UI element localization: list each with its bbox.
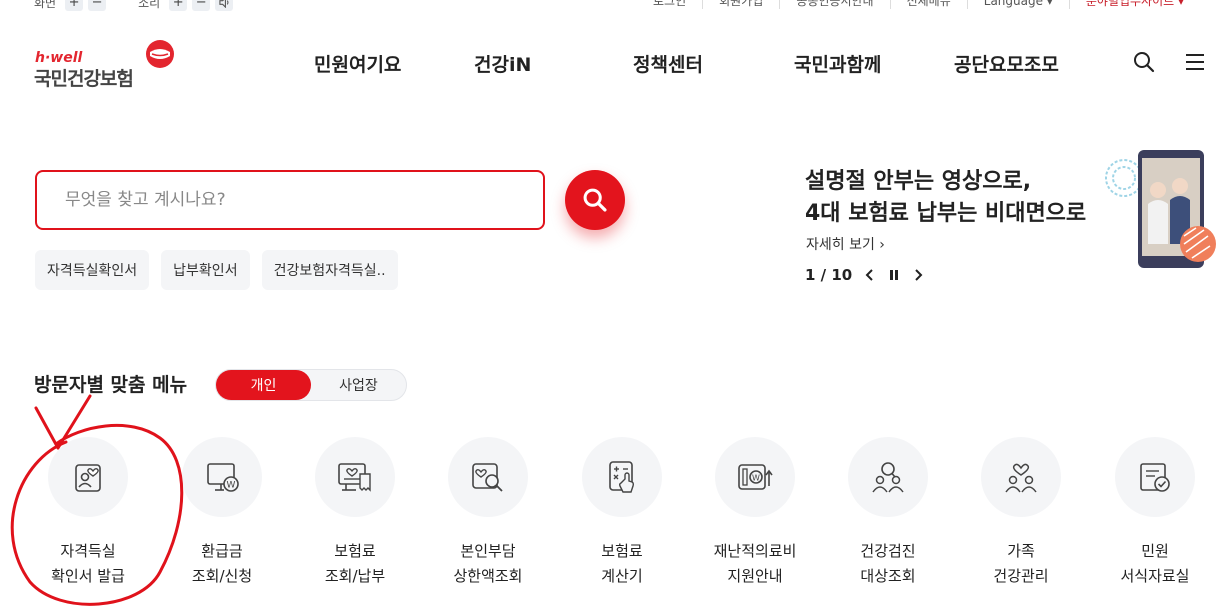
receipt-heart-icon	[338, 463, 371, 492]
all-menu-link[interactable]: 전체메뉴	[889, 0, 967, 9]
menu-item-forms-library[interactable]: 민원 서식자료실	[1095, 437, 1215, 589]
sound-label: 소리	[138, 0, 161, 10]
screen-size-label: 화면	[34, 0, 57, 10]
business-sites-select[interactable]: 분야별업무사이트 ▾	[1068, 0, 1200, 9]
search-button[interactable]	[565, 170, 625, 230]
family-heart-icon	[1005, 463, 1037, 493]
search-icon[interactable]	[1132, 50, 1156, 74]
logo-mark-icon	[146, 40, 174, 68]
nav-about-nhis[interactable]: 공단요모조모	[954, 50, 1059, 77]
menu-item-catastrophic-medical-support[interactable]: W 재난적의료비 지원안내	[695, 437, 815, 589]
keyword-chip[interactable]: 자격득실확인서	[35, 250, 150, 290]
speaker-icon[interactable]	[215, 0, 234, 11]
menu-item-label: 자격득실 확인서 발급	[51, 542, 125, 585]
menu-item-out-of-pocket-cap[interactable]: 본인부담 상한액조회	[428, 437, 548, 589]
menu-item-label: 민원 서식자료실	[1120, 542, 1190, 585]
menu-item-label: 환급금 조회/신청	[191, 542, 253, 585]
calculator-hand-icon	[609, 461, 635, 493]
banner-page-indicator: 1 / 10	[805, 266, 853, 284]
logo-name: 국민건강보험	[34, 68, 134, 90]
pause-icon[interactable]	[888, 268, 900, 282]
keyword-chip[interactable]: 건강보험자격득실..	[261, 250, 398, 290]
site-logo[interactable]: h·well 국민건강보험	[34, 38, 184, 90]
menu-item-label: 건강검진 대상조회	[860, 542, 916, 585]
nav-with-people[interactable]: 국민과함께	[794, 50, 881, 77]
nav-civil-service[interactable]: 민원여기요	[314, 50, 401, 77]
menu-item-label: 보험료 계산기	[601, 542, 643, 585]
language-select[interactable]: Language ▾	[966, 0, 1069, 9]
won-support-icon: W	[738, 464, 773, 490]
banner-title-line: 4대 보험료 납부는 비대면으로	[805, 201, 1087, 226]
chevron-left-icon[interactable]	[864, 268, 876, 282]
hamburger-menu-icon[interactable]	[1184, 52, 1206, 72]
chevron-right-icon[interactable]	[912, 268, 924, 282]
menu-item-label: 보험료 조회/납부	[324, 542, 386, 585]
banner-phone-illustration[interactable]	[1104, 148, 1216, 270]
popular-keywords: 자격득실확인서 납부확인서 건강보험자격득실..	[35, 250, 398, 290]
banner-more-link[interactable]: 자세히 보기 ›	[806, 234, 885, 254]
nav-health-in[interactable]: 건강iN	[474, 50, 531, 77]
nav-policy-center[interactable]: 정책센터	[633, 50, 703, 77]
people-search-icon	[872, 462, 904, 493]
banner-title: 설명절 안부는 영상으로, 4대 보험료 납부는 비대면으로	[805, 166, 1105, 230]
tab-business[interactable]: 사업장	[311, 370, 406, 400]
menu-item-health-checkup[interactable]: 건강검진 대상조회	[828, 437, 948, 589]
tab-personal[interactable]: 개인	[216, 370, 311, 400]
document-check-icon	[1140, 463, 1170, 492]
visitor-menu-title: 방문자별 맞춤 메뉴	[34, 374, 188, 396]
keyword-chip[interactable]: 납부확인서	[161, 250, 250, 290]
banner-controls: 1 / 10	[805, 266, 924, 284]
sound-down-button[interactable]: −	[192, 0, 211, 11]
login-link[interactable]: 로그인	[637, 0, 702, 9]
utility-bar: 화면 + − 소리 + − 로그인 회원가입 공동인증서안내 전체메뉴 Lang…	[0, 0, 1220, 15]
search-box	[35, 170, 545, 230]
signup-link[interactable]: 회원가입	[702, 0, 779, 9]
screen-zoom-in-button[interactable]: +	[65, 0, 84, 11]
search-heart-icon	[472, 463, 503, 492]
id-card-heart-icon	[75, 464, 101, 492]
svg-text:W: W	[227, 481, 236, 491]
search-input[interactable]	[37, 172, 543, 228]
sound-up-button[interactable]: +	[169, 0, 188, 11]
menu-item-family-health[interactable]: 가족 건강관리	[961, 437, 1081, 589]
menu-item-label: 가족 건강관리	[993, 542, 1049, 585]
svg-text:W: W	[752, 474, 760, 483]
visitor-type-toggle: 개인 사업장	[215, 369, 407, 401]
banner-title-line: 설명절 안부는 영상으로,	[805, 169, 1032, 194]
menu-item-premium-payment[interactable]: 보험료 조회/납부	[295, 437, 415, 589]
menu-item-refund[interactable]: W 환급금 조회/신청	[162, 437, 282, 589]
search-icon	[583, 188, 607, 212]
menu-item-label: 본인부담 상한액조회	[453, 542, 523, 585]
menu-item-eligibility-certificate[interactable]: 자격득실 확인서 발급	[28, 437, 148, 589]
certificate-guide-link[interactable]: 공동인증서안내	[779, 0, 889, 9]
monitor-won-icon: W	[207, 463, 239, 492]
menu-item-label: 재난적의료비 지원안내	[713, 542, 797, 585]
menu-item-premium-calculator[interactable]: 보험료 계산기	[562, 437, 682, 589]
screen-zoom-out-button[interactable]: −	[88, 0, 107, 11]
